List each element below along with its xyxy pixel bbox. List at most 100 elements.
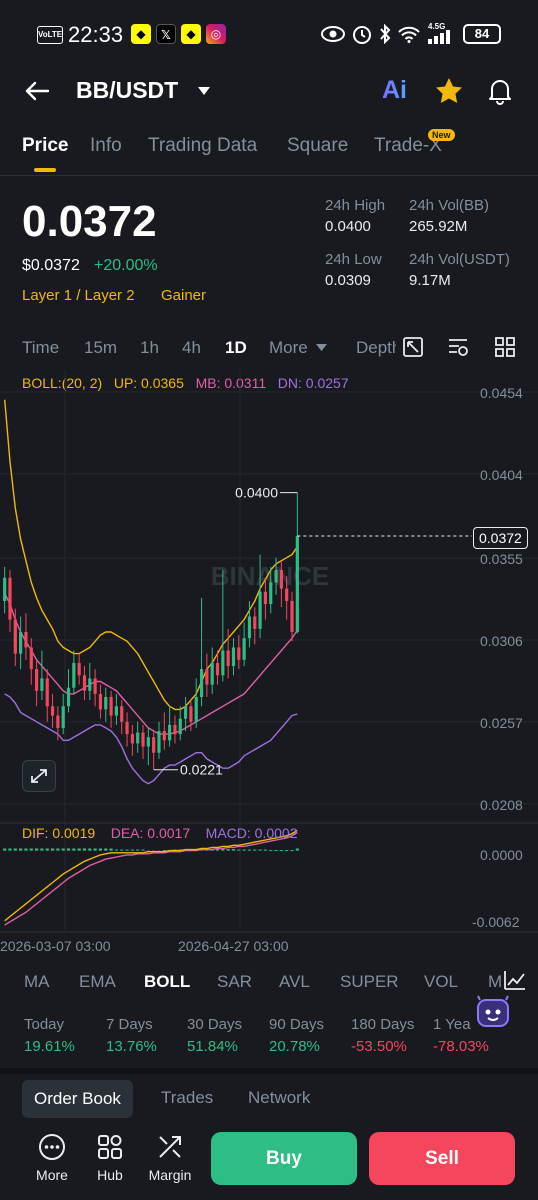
tab-order-book[interactable]: Order Book — [22, 1080, 133, 1118]
macd-histogram-bar — [136, 849, 140, 851]
star-icon[interactable] — [435, 77, 463, 104]
ai-button[interactable]: Ai — [382, 76, 407, 105]
hub-button[interactable]: Hub — [84, 1133, 136, 1183]
price-axis-label: 0.0306 — [480, 633, 523, 649]
candle-body — [274, 570, 278, 583]
indicator-ema[interactable]: EMA — [79, 972, 116, 992]
macd-histogram-bar — [221, 849, 225, 851]
tab-network[interactable]: Network — [248, 1088, 310, 1108]
margin-icon — [159, 1136, 181, 1158]
candle-body — [258, 591, 262, 629]
macd-histogram-bar — [61, 848, 65, 851]
margin-button[interactable]: Margin — [144, 1133, 196, 1183]
candle-body — [247, 616, 252, 639]
caret-down-icon[interactable] — [197, 86, 211, 96]
candle-body — [50, 706, 55, 716]
indicator-avl[interactable]: AVL — [279, 972, 310, 992]
macd-histogram-bar — [274, 850, 278, 852]
macd-histogram-bar — [45, 848, 49, 851]
tab-info[interactable]: Info — [90, 135, 122, 157]
high-label: 24h High — [325, 197, 386, 214]
candle-body — [141, 732, 145, 747]
price-chart[interactable]: BINANCE 0.04000.0221 — [0, 370, 538, 960]
candle-body — [285, 588, 289, 601]
macd-histogram-bar — [82, 848, 87, 851]
macd-histogram-bar — [253, 849, 257, 851]
macd-histogram-bar — [269, 850, 273, 852]
new-badge: New — [428, 129, 455, 141]
macd-histogram-bar — [109, 848, 113, 851]
macd-histogram-bar — [120, 849, 124, 851]
sell-button[interactable]: Sell — [369, 1132, 515, 1185]
indicator-ma[interactable]: MA — [24, 972, 50, 992]
candle-body — [34, 669, 39, 691]
timeframe-1h[interactable]: 1h — [140, 338, 159, 358]
more-button[interactable]: More — [26, 1133, 78, 1183]
macd-histogram-bar — [98, 848, 103, 851]
candle-body — [109, 696, 113, 716]
candle-body — [56, 715, 60, 728]
macd-histogram-bar — [24, 848, 28, 851]
macd-axis-label: -0.0062 — [472, 914, 520, 930]
indicator-vol[interactable]: VOL — [424, 972, 458, 992]
perf-value: 13.76% — [106, 1038, 157, 1055]
indicator-boll[interactable]: BOLL — [144, 972, 190, 992]
macd-histogram-bar — [66, 848, 71, 851]
indicator-super[interactable]: SUPER — [340, 972, 399, 992]
bell-icon[interactable] — [487, 77, 513, 105]
macd-histogram-bar — [13, 848, 17, 851]
gainer-tag[interactable]: Gainer — [161, 287, 206, 304]
tab-square[interactable]: Square — [287, 135, 348, 157]
category-tag[interactable]: Layer 1 / Layer 2 — [22, 287, 135, 304]
section-divider — [0, 1068, 538, 1074]
macd-histogram-bar — [77, 848, 81, 851]
timeframe-1d[interactable]: 1D — [225, 338, 247, 358]
candle-body — [183, 706, 188, 719]
candle-body — [98, 693, 103, 710]
high-value: 0.0400 — [325, 218, 371, 235]
depth-tab[interactable]: Depth — [356, 338, 396, 358]
caret-down-icon[interactable] — [316, 344, 327, 352]
eye-icon — [321, 26, 345, 42]
price-axis-label: 0.0257 — [480, 715, 523, 731]
indicator-settings-icon[interactable] — [503, 969, 527, 991]
price-axis-label: 0.0454 — [480, 385, 523, 401]
timeframe-more[interactable]: More — [269, 338, 308, 358]
timeframe-4h[interactable]: 4h — [182, 338, 201, 358]
tab-price[interactable]: Price — [22, 135, 68, 157]
macd-histogram-bar — [34, 848, 39, 851]
signal-icon — [428, 30, 450, 44]
x-icon: 𝕏 — [156, 24, 176, 44]
vol-usdt-value: 9.17M — [409, 272, 451, 289]
perf-label: 30 Days — [187, 1016, 243, 1033]
expand-chart-button[interactable] — [22, 760, 56, 792]
tab-trading-data[interactable]: Trading Data — [148, 135, 257, 157]
candle-body — [130, 734, 134, 744]
date-label: 2026-04-27 03:00 — [178, 938, 289, 954]
macd-histogram-bar — [40, 848, 44, 851]
indicator-sar[interactable]: SAR — [217, 972, 252, 992]
buy-button[interactable]: Buy — [211, 1132, 357, 1185]
grid-layout-icon[interactable] — [494, 336, 516, 358]
chart-settings-icon[interactable] — [447, 336, 469, 358]
wifi-icon — [398, 26, 420, 43]
ai-assistant-icon[interactable] — [472, 992, 514, 1032]
candle-body — [146, 737, 150, 747]
pair-title[interactable]: BB/USDT — [76, 77, 178, 104]
back-arrow-icon[interactable] — [24, 80, 50, 102]
timeframe-time[interactable]: Time — [22, 338, 59, 358]
candle-body — [173, 724, 177, 735]
timeframe-15m[interactable]: 15m — [84, 338, 117, 358]
macd-histogram-bar — [258, 849, 262, 851]
indicator-more[interactable]: M — [488, 972, 502, 992]
macd-histogram-bar — [295, 848, 299, 851]
price-change: +20.00% — [94, 257, 158, 274]
perf-label: 7 Days — [106, 1016, 153, 1033]
boll-middle-line — [4, 592, 298, 735]
candle-body — [152, 737, 156, 753]
fullscreen-icon[interactable] — [402, 336, 424, 358]
candle-body — [125, 721, 129, 735]
tab-trades[interactable]: Trades — [161, 1088, 213, 1108]
vol-bb-value: 265.92M — [409, 218, 468, 235]
candle-body — [157, 731, 161, 753]
